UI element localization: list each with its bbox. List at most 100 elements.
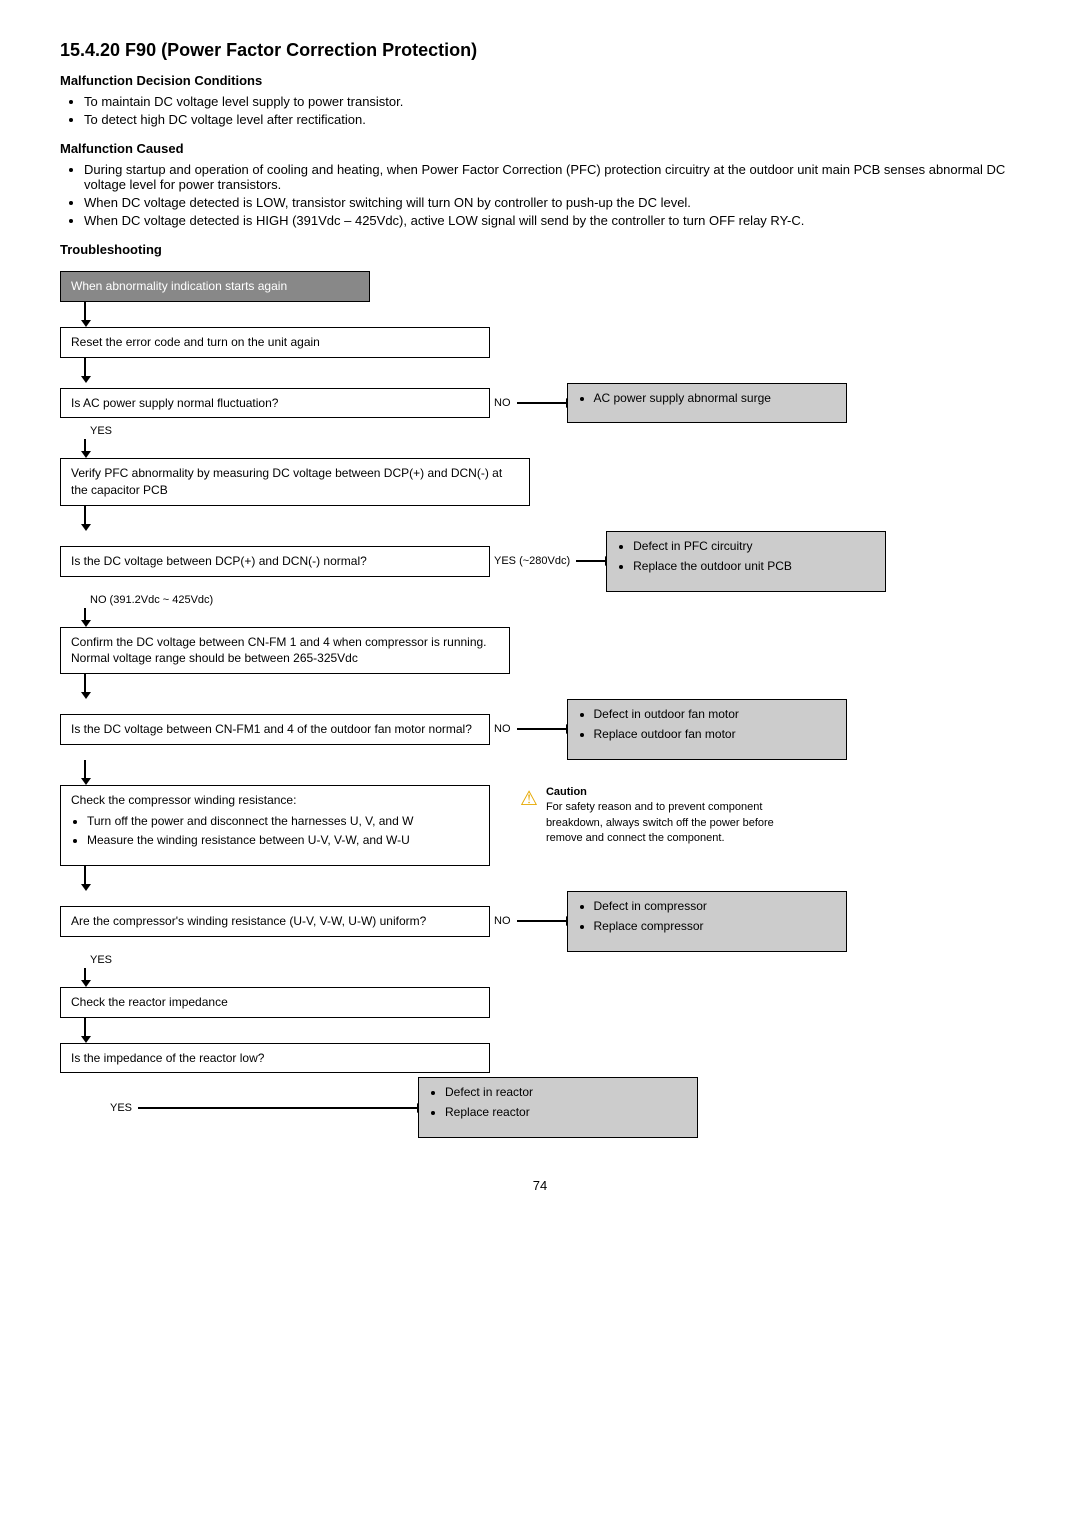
list-item: Defect in PFC circuitry: [633, 538, 875, 555]
malfunction-caused-section: Malfunction Caused During startup and op…: [60, 141, 1020, 228]
arrow-line: [84, 760, 86, 778]
no2-connector: NO (391.2Vdc ~ 425Vdc): [60, 592, 1020, 627]
arrow-tip: [81, 692, 91, 699]
list-item: When DC voltage detected is HIGH (391Vdc…: [84, 213, 1020, 228]
step5-box: Check the reactor impedance: [60, 987, 490, 1018]
h-line: [138, 1107, 418, 1109]
decision1-row: Is AC power supply normal fluctuation? N…: [60, 383, 1020, 424]
h-line: [517, 728, 567, 730]
no-label-3: NO: [494, 723, 511, 735]
troubleshooting-section: Troubleshooting: [60, 242, 1020, 257]
side2-box: Defect in PFC circuitry Replace the outd…: [606, 531, 886, 592]
caution-box: ⚠ Caution For safety reason and to preve…: [520, 785, 800, 847]
arrow-line: [84, 439, 86, 451]
malfunction-caused-list: During startup and operation of cooling …: [84, 162, 1020, 228]
side3-box: Defect in outdoor fan motor Replace outd…: [567, 699, 847, 760]
flowchart: When abnormality indication starts again…: [60, 271, 1020, 1138]
step4-row: Check the compressor winding resistance:…: [60, 785, 1020, 866]
arrow-tip: [81, 778, 91, 785]
step2-container: Verify PFC abnormality by measuring DC v…: [60, 458, 1020, 531]
list-item: Defect in compressor: [594, 898, 836, 915]
arrow-line: [84, 866, 86, 884]
step5-container: Check the reactor impedance: [60, 987, 1020, 1043]
page-title: 15.4.20 F90 (Power Factor Correction Pro…: [60, 40, 1020, 61]
decision1-box: Is AC power supply normal fluctuation?: [60, 388, 490, 419]
caution-text: For safety reason and to prevent compone…: [546, 800, 800, 846]
arrow-line: [84, 674, 86, 692]
arrow3-connector: [60, 760, 1020, 785]
yes-label-4: YES: [90, 954, 112, 966]
step2-box: Verify PFC abnormality by measuring DC v…: [60, 458, 530, 506]
list-item: When DC voltage detected is LOW, transis…: [84, 195, 1020, 210]
decision4-box: Are the compressor's winding resistance …: [60, 906, 490, 937]
arrow-line: [84, 608, 86, 620]
arrow-line: [84, 506, 86, 524]
side3-list: Defect in outdoor fan motor Replace outd…: [594, 706, 836, 743]
arrow-line: [84, 1018, 86, 1036]
yes1-connector: YES: [60, 423, 1020, 458]
malfunction-caused-heading: Malfunction Caused: [60, 141, 1020, 156]
yes-label-2: YES (~280Vdc): [494, 555, 570, 567]
arrow-tip: [81, 1036, 91, 1043]
decision5-container: Is the impedance of the reactor low?: [60, 1043, 1020, 1074]
caution-label: Caution: [546, 786, 587, 798]
no-label-2: NO (391.2Vdc ~ 425Vdc): [90, 594, 213, 606]
list-item: Replace outdoor fan motor: [594, 726, 836, 743]
arrow-tip: [81, 620, 91, 627]
arrow-tip: [81, 451, 91, 458]
list-item: Defect in reactor: [445, 1084, 687, 1101]
side2-list: Defect in PFC circuitry Replace the outd…: [633, 538, 875, 575]
step4-box: Check the compressor winding resistance:…: [60, 785, 490, 866]
list-item: Replace the outdoor unit PCB: [633, 558, 875, 575]
side1-list: AC power supply abnormal surge: [594, 390, 836, 407]
side4-box: Defect in compressor Replace compressor: [567, 891, 847, 952]
arrow-line: [84, 968, 86, 980]
side5-box: Defect in reactor Replace reactor: [418, 1077, 698, 1138]
arrow-tip: [81, 376, 91, 383]
side1-box: AC power supply abnormal surge: [567, 383, 847, 424]
list-item: During startup and operation of cooling …: [84, 162, 1020, 192]
step1-box: Reset the error code and turn on the uni…: [60, 327, 490, 358]
step3-container: Confirm the DC voltage between CN-FM 1 a…: [60, 627, 1020, 700]
malfunction-decision-heading: Malfunction Decision Conditions: [60, 73, 1020, 88]
troubleshooting-heading: Troubleshooting: [60, 242, 1020, 257]
no-label-1: NO: [494, 397, 511, 409]
yes4-connector: YES: [60, 952, 1020, 987]
malfunction-decision-list: To maintain DC voltage level supply to p…: [84, 94, 1020, 127]
arrow-line: [84, 358, 86, 376]
list-item: Replace compressor: [594, 918, 836, 935]
yes-label-1: YES: [90, 425, 112, 437]
h-line: [576, 560, 606, 562]
malfunction-decision-section: Malfunction Decision Conditions To maint…: [60, 73, 1020, 127]
list-item: Turn off the power and disconnect the ha…: [87, 813, 479, 830]
list-item: Defect in outdoor fan motor: [594, 706, 836, 723]
step4-list: Turn off the power and disconnect the ha…: [87, 813, 479, 850]
no-label-4: NO: [494, 915, 511, 927]
side5-list: Defect in reactor Replace reactor: [445, 1084, 687, 1121]
side4-list: Defect in compressor Replace compressor: [594, 898, 836, 935]
arrow-tip: [81, 884, 91, 891]
arrow-tip: [81, 980, 91, 987]
decision3-row: Is the DC voltage between CN-FM1 and 4 o…: [60, 699, 1020, 760]
step4-heading: Check the compressor winding resistance:: [71, 792, 479, 809]
start-box: When abnormality indication starts again: [60, 271, 370, 302]
yes-label-5: YES: [110, 1102, 132, 1114]
list-item: To detect high DC voltage level after re…: [84, 112, 1020, 127]
decision5-box: Is the impedance of the reactor low?: [60, 1043, 490, 1074]
decision4-row: Are the compressor's winding resistance …: [60, 891, 1020, 952]
list-item: Replace reactor: [445, 1104, 687, 1121]
arrow4-connector: [60, 866, 1020, 891]
list-item: To maintain DC voltage level supply to p…: [84, 94, 1020, 109]
decision2-row: Is the DC voltage between DCP(+) and DCN…: [60, 531, 1020, 592]
h-line: [517, 920, 567, 922]
page-number: 74: [60, 1178, 1020, 1193]
arrow-tip: [81, 524, 91, 531]
list-item: Measure the winding resistance between U…: [87, 832, 479, 849]
decision3-box: Is the DC voltage between CN-FM1 and 4 o…: [60, 714, 490, 745]
yes5-row: YES Defect in reactor Replace reactor: [110, 1077, 1020, 1138]
arrow-line: [84, 302, 86, 320]
arrow-tip: [81, 320, 91, 327]
list-item: AC power supply abnormal surge: [594, 390, 836, 407]
caution-icon: ⚠: [520, 785, 538, 813]
decision2-box: Is the DC voltage between DCP(+) and DCN…: [60, 546, 490, 577]
